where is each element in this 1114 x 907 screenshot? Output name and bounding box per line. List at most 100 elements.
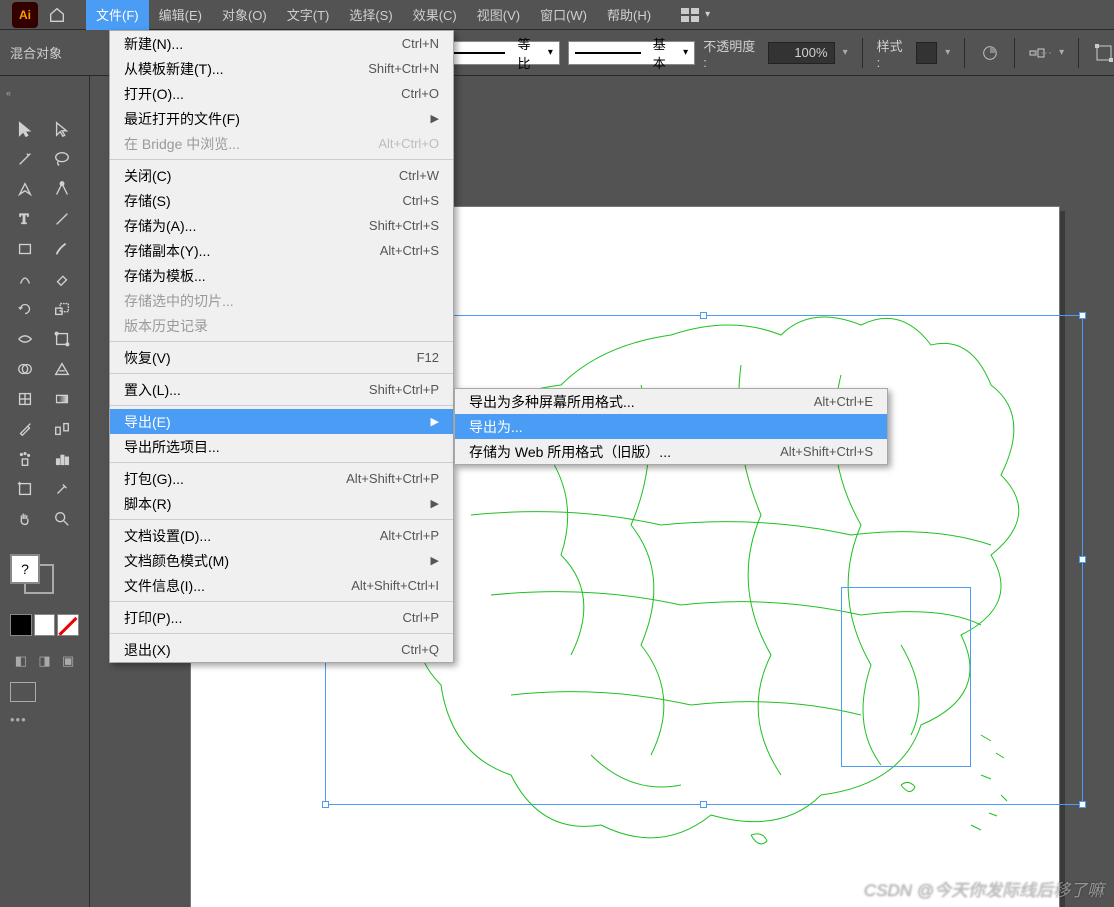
- menu-shortcut: Alt+Ctrl+E: [814, 394, 873, 409]
- handle-ne[interactable]: [1079, 312, 1086, 319]
- menu-item-label: 脚本(R): [124, 494, 171, 514]
- menu-item-label: 打开(O)...: [124, 84, 184, 104]
- gradient-tool[interactable]: [47, 386, 77, 412]
- stroke-style-select[interactable]: 基本 ▾: [568, 41, 695, 65]
- fill-stroke-swatch[interactable]: ?: [10, 548, 56, 594]
- style-swatch[interactable]: [916, 42, 937, 64]
- recolor-icon[interactable]: [979, 42, 1000, 64]
- file-menu-item-21[interactable]: 打包(G)...Alt+Shift+Ctrl+P: [110, 466, 453, 491]
- artboard-tool[interactable]: [10, 476, 40, 502]
- app-icon[interactable]: Ai: [12, 2, 38, 28]
- line-tool[interactable]: [47, 206, 77, 232]
- direct-selection-tool[interactable]: [47, 116, 77, 142]
- screen-mode-button[interactable]: [10, 682, 36, 702]
- color-swatch-black[interactable]: [10, 614, 32, 636]
- type-tool[interactable]: T: [10, 206, 40, 232]
- column-graph-tool[interactable]: [47, 446, 77, 472]
- export-menu-item-2[interactable]: 存储为 Web 所用格式（旧版）...Alt+Shift+Ctrl+S: [455, 439, 887, 464]
- eyedropper-tool[interactable]: [10, 416, 40, 442]
- file-menu-item-30[interactable]: 退出(X)Ctrl+Q: [110, 637, 453, 662]
- menu-item-label: 存储为 Web 所用格式（旧版）...: [469, 442, 671, 462]
- submenu-arrow-icon: ▶: [431, 112, 439, 125]
- transform-icon[interactable]: [1093, 42, 1114, 64]
- file-menu-item-1[interactable]: 从模板新建(T)...Shift+Ctrl+N: [110, 56, 453, 81]
- file-menu-item-19[interactable]: 导出所选项目...: [110, 434, 453, 459]
- proportional-select[interactable]: 等比 ▾: [442, 41, 560, 65]
- home-icon[interactable]: [46, 4, 68, 26]
- brush-tool[interactable]: [47, 236, 77, 262]
- chevron-down-icon[interactable]: ▾: [945, 47, 950, 58]
- rotate-tool[interactable]: [10, 296, 40, 322]
- export-menu-item-1[interactable]: 导出为...: [455, 414, 887, 439]
- file-menu-item-16[interactable]: 置入(L)...Shift+Ctrl+P: [110, 377, 453, 402]
- file-menu-item-14[interactable]: 恢复(V)F12: [110, 345, 453, 370]
- eraser-tool[interactable]: [47, 266, 77, 292]
- file-menu-item-6[interactable]: 关闭(C)Ctrl+W: [110, 163, 453, 188]
- menu-shortcut: Ctrl+W: [399, 168, 439, 183]
- slice-tool[interactable]: [47, 476, 77, 502]
- file-menu-item-10[interactable]: 存储为模板...: [110, 263, 453, 288]
- menu-help[interactable]: 帮助(H): [597, 0, 661, 30]
- mesh-tool[interactable]: [10, 386, 40, 412]
- menu-separator: [110, 633, 453, 634]
- file-menu-item-25[interactable]: 文档颜色模式(M)▶: [110, 548, 453, 573]
- draw-mode-inside[interactable]: ▣: [57, 652, 79, 670]
- scale-tool[interactable]: [47, 296, 77, 322]
- shaper-tool[interactable]: [10, 266, 40, 292]
- menu-view[interactable]: 视图(V): [467, 0, 530, 30]
- free-transform-tool[interactable]: [47, 326, 77, 352]
- magic-wand-tool[interactable]: [10, 146, 40, 172]
- workspace-switcher[interactable]: ▾: [681, 8, 710, 22]
- handle-se[interactable]: [1079, 801, 1086, 808]
- file-menu-item-24[interactable]: 文档设置(D)...Alt+Ctrl+P: [110, 523, 453, 548]
- draw-mode-normal[interactable]: ◧: [10, 652, 32, 670]
- menu-shortcut: Alt+Ctrl+S: [380, 243, 439, 258]
- file-menu-item-8[interactable]: 存储为(A)...Shift+Ctrl+S: [110, 213, 453, 238]
- color-swatch-white[interactable]: [34, 614, 56, 636]
- opacity-value[interactable]: 100%: [768, 42, 835, 64]
- menu-object[interactable]: 对象(O): [212, 0, 277, 30]
- chevron-down-icon[interactable]: ▾: [843, 47, 848, 58]
- chevron-down-icon[interactable]: ▾: [1059, 47, 1064, 58]
- export-menu-item-0[interactable]: 导出为多种屏幕所用格式...Alt+Ctrl+E: [455, 389, 887, 414]
- symbol-sprayer-tool[interactable]: [10, 446, 40, 472]
- file-menu-item-2[interactable]: 打开(O)...Ctrl+O: [110, 81, 453, 106]
- file-menu-item-26[interactable]: 文件信息(I)...Alt+Shift+Ctrl+I: [110, 573, 453, 598]
- rectangle-tool[interactable]: [10, 236, 40, 262]
- menu-file[interactable]: 文件(F): [86, 0, 149, 30]
- menu-window[interactable]: 窗口(W): [530, 0, 597, 30]
- file-menu-item-0[interactable]: 新建(N)...Ctrl+N: [110, 31, 453, 56]
- pen-tool[interactable]: [10, 176, 40, 202]
- file-menu-item-22[interactable]: 脚本(R)▶: [110, 491, 453, 516]
- menu-select[interactable]: 选择(S): [339, 0, 402, 30]
- inset-frame[interactable]: [841, 587, 971, 767]
- file-menu-item-7[interactable]: 存储(S)Ctrl+S: [110, 188, 453, 213]
- menu-type[interactable]: 文字(T): [277, 0, 340, 30]
- align-icon[interactable]: [1029, 42, 1051, 64]
- hand-tool[interactable]: [10, 506, 40, 532]
- menu-item-label: 存储(S): [124, 191, 171, 211]
- fill-swatch[interactable]: ?: [10, 554, 40, 584]
- handle-e[interactable]: [1079, 556, 1086, 563]
- edit-toolbar-button[interactable]: •••: [0, 708, 89, 731]
- blend-tool[interactable]: [47, 416, 77, 442]
- file-menu-item-3[interactable]: 最近打开的文件(F)▶: [110, 106, 453, 131]
- draw-mode-behind[interactable]: ◨: [34, 652, 56, 670]
- menu-edit[interactable]: 编辑(E): [149, 0, 212, 30]
- zoom-tool[interactable]: [47, 506, 77, 532]
- lasso-tool[interactable]: [47, 146, 77, 172]
- menu-shortcut: Alt+Ctrl+O: [378, 136, 439, 151]
- selection-tool[interactable]: [10, 116, 40, 142]
- color-swatch-none[interactable]: [57, 614, 79, 636]
- perspective-tool[interactable]: [47, 356, 77, 382]
- handle-sw[interactable]: [322, 801, 329, 808]
- file-menu-item-28[interactable]: 打印(P)...Ctrl+P: [110, 605, 453, 630]
- menu-effect[interactable]: 效果(C): [403, 0, 467, 30]
- panel-collapse-handle[interactable]: «: [0, 76, 89, 110]
- width-tool[interactable]: [10, 326, 40, 352]
- file-menu-item-18[interactable]: 导出(E)▶: [110, 409, 453, 434]
- curvature-tool[interactable]: [47, 176, 77, 202]
- file-menu-dropdown: 新建(N)...Ctrl+N从模板新建(T)...Shift+Ctrl+N打开(…: [109, 30, 454, 663]
- file-menu-item-9[interactable]: 存储副本(Y)...Alt+Ctrl+S: [110, 238, 453, 263]
- shape-builder-tool[interactable]: [10, 356, 40, 382]
